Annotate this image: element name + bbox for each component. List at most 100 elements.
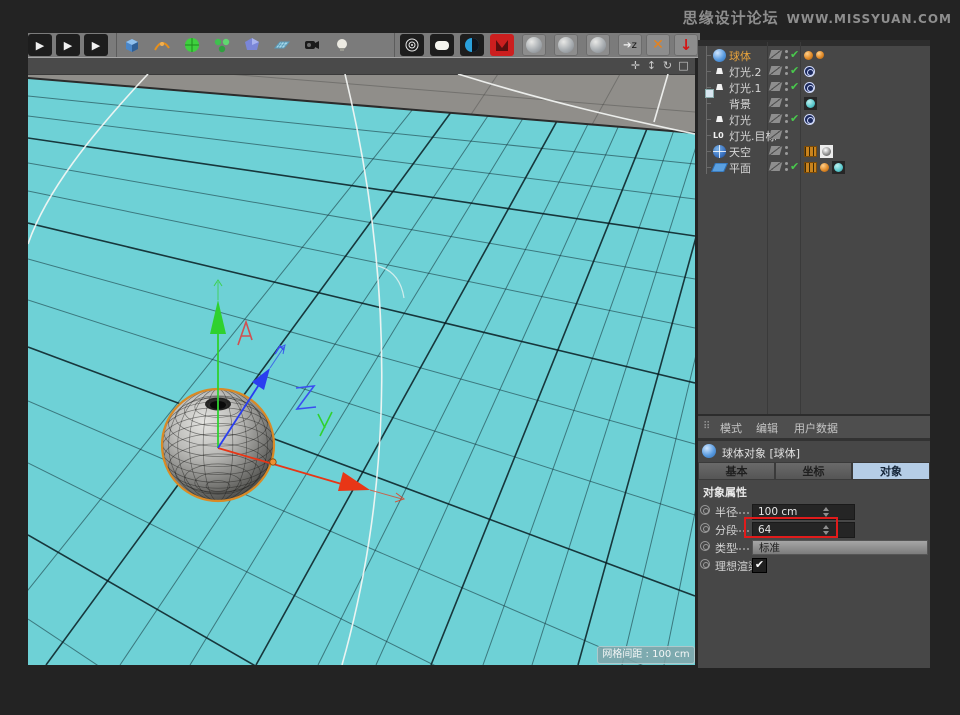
visibility-dots[interactable] (785, 50, 788, 60)
object-row-light-target[interactable]: L0 灯光.目标 (698, 127, 930, 143)
tab-object[interactable]: 对象 (852, 462, 930, 480)
layer-toggle[interactable] (769, 82, 783, 91)
sky-material-tag-icon[interactable] (820, 145, 833, 158)
sky-icon[interactable] (460, 34, 484, 56)
sky-object-icon (713, 145, 726, 158)
move-tool-icon[interactable]: ▶ (56, 34, 80, 56)
zoom-icon[interactable]: ↕ (644, 58, 659, 74)
spinner-icon[interactable] (822, 506, 831, 518)
visibility-dots[interactable] (785, 66, 788, 76)
object-row-light2[interactable]: 灯光.2 ✔ (698, 63, 930, 79)
object-row-background[interactable]: 背景 (698, 95, 930, 111)
phong-tag-icon[interactable] (804, 51, 813, 60)
layer-toggle[interactable] (769, 50, 783, 59)
metaball-icon[interactable] (240, 34, 264, 56)
object-row-plane[interactable]: 平面 ✔ (698, 159, 930, 175)
object-name[interactable]: 灯光.1 (729, 80, 762, 96)
keyframe-icon[interactable] (700, 505, 710, 515)
compositing-tag-icon[interactable] (804, 162, 817, 173)
radius-input[interactable] (752, 504, 855, 520)
pan-icon[interactable]: ✛ (628, 58, 643, 74)
floor-plane-icon[interactable] (270, 34, 294, 56)
visibility-dots[interactable] (785, 146, 788, 156)
object-name[interactable]: 平面 (729, 160, 751, 176)
keyframe-icon[interactable] (700, 559, 710, 569)
phong-tag-icon[interactable] (820, 163, 829, 172)
array-generator-icon[interactable] (210, 34, 234, 56)
keyframe-icon[interactable] (700, 541, 710, 551)
subdivision-surface-icon[interactable] (180, 34, 204, 56)
target-tag-icon[interactable] (804, 114, 815, 125)
axis-handle-dot[interactable] (270, 459, 276, 465)
object-row-light[interactable]: 灯光 ✔ (698, 111, 930, 127)
material-sphere-1-icon[interactable] (522, 34, 546, 56)
object-name[interactable]: 灯光.2 (729, 64, 762, 80)
material-sphere-2-icon[interactable] (554, 34, 578, 56)
field-label: 类型 (715, 540, 737, 556)
target-tag-icon[interactable] (804, 82, 815, 93)
viewport[interactable]: ✛ ↕ ↻ □ (28, 58, 695, 665)
layer-toggle[interactable] (769, 130, 783, 139)
menu-mode[interactable]: 模式 (720, 420, 742, 436)
enabled-check-icon[interactable]: ✔ (790, 48, 799, 61)
right-panel: 球体 ✔ 灯光.2 ✔ 灯光.1 ✔ 背景 灯光 ✔ L0 灯光.目标 (698, 40, 930, 668)
visibility-dots[interactable] (785, 98, 788, 108)
object-row-light1[interactable]: 灯光.1 ✔ (698, 79, 930, 95)
maximize-icon[interactable]: □ (676, 58, 691, 74)
layer-toggle[interactable] (769, 114, 783, 123)
toolbar-separator (116, 33, 117, 57)
object-name[interactable]: 背景 (729, 96, 751, 112)
type-dropdown[interactable]: 标准 (752, 540, 928, 555)
field-label: 分段 (715, 522, 737, 538)
layer-toggle[interactable] (769, 66, 783, 75)
texture-tag-icon[interactable] (804, 97, 817, 110)
snap-down-icon[interactable]: ↓ (674, 34, 698, 56)
visibility-dots[interactable] (785, 162, 788, 172)
scale-tool-icon[interactable]: ▶ (84, 34, 108, 56)
environment-icon[interactable] (490, 34, 514, 56)
layer-toggle[interactable] (769, 162, 783, 171)
target-light-icon[interactable] (400, 34, 424, 56)
visibility-dots[interactable] (785, 114, 788, 124)
material-sphere-3-icon[interactable] (586, 34, 610, 56)
rotate-icon[interactable]: ↻ (660, 58, 675, 74)
spline-pen-icon[interactable] (150, 34, 174, 56)
layer-toggle[interactable] (769, 146, 783, 155)
cube-primitive-icon[interactable] (120, 34, 144, 56)
enabled-check-icon[interactable]: ✔ (790, 160, 799, 173)
leader-dots (736, 512, 749, 514)
enabled-check-icon[interactable]: ✔ (790, 112, 799, 125)
object-name[interactable]: 灯光 (729, 112, 751, 128)
object-name[interactable]: 球体 (729, 48, 751, 64)
target-tag-icon[interactable] (804, 66, 815, 77)
tab-coords[interactable]: 坐标 (775, 462, 852, 480)
compositing-tag-icon[interactable] (804, 146, 817, 157)
layer-toggle[interactable] (769, 98, 783, 107)
object-name[interactable]: 天空 (729, 144, 751, 160)
menu-userdata[interactable]: 用户数据 (794, 420, 838, 436)
floor-white-icon[interactable] (430, 34, 454, 56)
phong-tag-icon[interactable] (816, 51, 824, 59)
enabled-check-icon[interactable]: ✔ (790, 64, 799, 77)
visibility-dots[interactable] (785, 82, 788, 92)
light-icon[interactable] (330, 34, 354, 56)
enabled-check-icon[interactable]: ✔ (790, 80, 799, 93)
spinner-icon[interactable] (822, 524, 831, 536)
scene-canvas[interactable]: 网格间距 : 100 cm (28, 74, 695, 665)
camera-icon[interactable] (300, 34, 324, 56)
object-row-sphere[interactable]: 球体 ✔ (698, 47, 930, 63)
coordinate-system-icon[interactable]: ➔z (618, 34, 642, 56)
tab-basic[interactable]: 基本 (698, 462, 775, 480)
sphere-object-icon (702, 444, 716, 458)
object-row-sky[interactable]: 天空 (698, 143, 930, 159)
workplane-icon[interactable]: ✕ (646, 34, 670, 56)
visibility-dots[interactable] (785, 130, 788, 140)
menu-edit[interactable]: 编辑 (756, 420, 778, 436)
select-tool-icon[interactable]: ▶ (28, 34, 52, 56)
ideal-render-checkbox[interactable]: ✔ (752, 558, 767, 573)
object-manager-header (698, 40, 930, 46)
texture-tag-icon[interactable] (832, 161, 845, 174)
segments-input[interactable] (752, 522, 855, 538)
keyframe-icon[interactable] (700, 523, 710, 533)
target-null-object-icon: L0 (713, 129, 726, 142)
